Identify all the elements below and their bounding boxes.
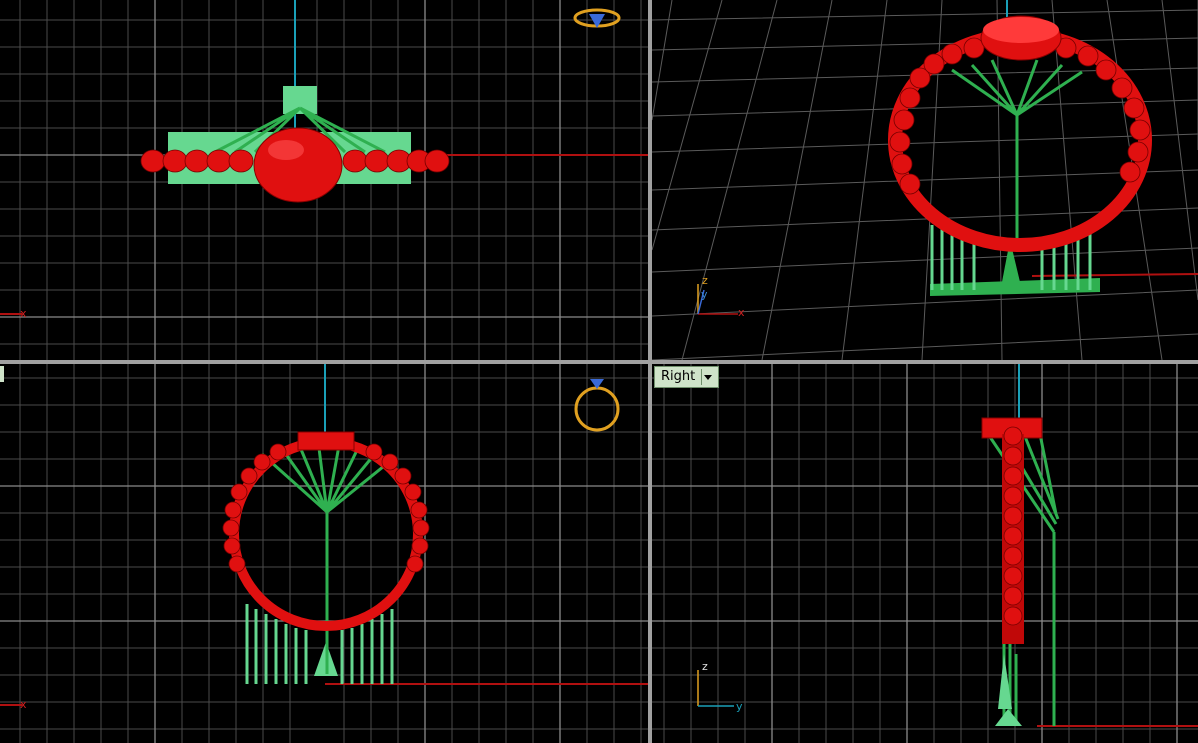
ring-beads — [889, 37, 1151, 195]
perspective-grid — [652, 0, 1198, 360]
svg-text:x: x — [738, 306, 745, 319]
viewport-front-canvas[interactable]: x — [0, 364, 648, 743]
svg-text:x: x — [20, 698, 27, 711]
view-cube-ring-icon — [573, 8, 621, 28]
gem-setting — [297, 431, 355, 451]
gem-setting — [253, 127, 343, 203]
svg-text:y: y — [736, 700, 743, 713]
axes-gizmo-icon: z y — [697, 660, 743, 713]
grid — [652, 364, 1198, 743]
support-struts — [261, 439, 395, 674]
viewport-perspective[interactable]: z y x — [652, 0, 1198, 360]
x-axis-line — [1031, 273, 1198, 277]
rhino-viewport-layout: x z y x x z y Right — [0, 0, 1198, 743]
svg-text:z: z — [702, 274, 708, 287]
axes-gizmo-icon: x — [0, 307, 27, 320]
svg-text:y: y — [701, 288, 708, 301]
viewport-front-tag-stub[interactable] — [0, 366, 4, 382]
viewport-right[interactable]: z y Right — [652, 364, 1198, 743]
viewport-front[interactable]: x — [0, 364, 648, 743]
viewport-perspective-canvas[interactable]: z y x — [652, 0, 1198, 360]
viewport-top[interactable]: x — [0, 0, 648, 360]
svg-text:x: x — [20, 307, 27, 320]
viewport-top-canvas[interactable]: x — [0, 0, 648, 360]
dropdown-arrow-icon[interactable] — [701, 369, 714, 385]
viewport-right-label-text: Right — [661, 369, 696, 384]
viewport-right-canvas[interactable]: z y — [652, 364, 1198, 743]
axes-gizmo-icon: x — [0, 698, 27, 711]
grid-major — [652, 364, 1198, 743]
viewport-right-label[interactable]: Right — [654, 366, 720, 388]
svg-text:z: z — [702, 660, 708, 673]
